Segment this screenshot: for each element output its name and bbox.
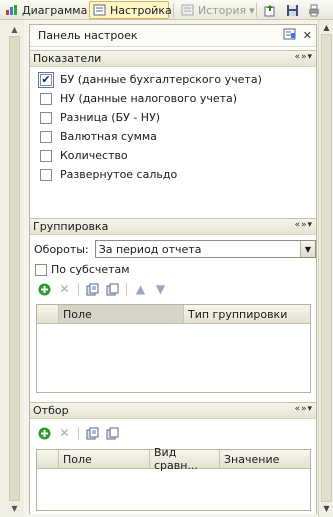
floppy-icon — [286, 4, 300, 16]
export-button[interactable] — [260, 1, 280, 19]
indicators-title: Показатели — [33, 52, 102, 65]
column-value[interactable]: Значение — [220, 450, 310, 468]
diagram-label: Диаграмма — [22, 3, 88, 17]
panel-settings-icon[interactable] — [283, 28, 297, 43]
indicators-section: Показатели «»▾ ✔ БУ (данные бухгалтерско… — [30, 50, 316, 217]
filter-section: Отбор «»▾ ✕ Поле Вид сравн... Значение — [30, 402, 316, 514]
diagram-icon — [5, 4, 19, 16]
toolbar-separator — [126, 282, 127, 296]
filter-table[interactable]: Поле Вид сравн... Значение — [36, 446, 311, 511]
toolbar-separator — [78, 426, 79, 440]
history-label: История — [198, 3, 247, 17]
toolbar-separator — [173, 3, 174, 17]
main-toolbar: Диаграмма Настройка История ▾ — [0, 0, 333, 20]
turnover-row: Обороты: За период отчета ▼ — [30, 238, 316, 260]
column-field[interactable]: Поле — [59, 305, 184, 323]
history-icon — [181, 4, 195, 16]
settings-icon — [93, 4, 107, 16]
grouping-table-header: Поле Тип группировки — [37, 305, 310, 324]
scroll-down-icon[interactable]: ▼ — [319, 504, 333, 513]
group-fields-icon[interactable] — [86, 427, 99, 440]
turnover-select[interactable]: За период отчета ▼ — [94, 240, 316, 258]
copy-icon[interactable] — [106, 283, 119, 296]
turnover-value: За период отчета — [98, 242, 202, 256]
indicator-label: НУ (данные налогового учета) — [60, 92, 238, 105]
turnover-label: Обороты: — [34, 242, 89, 256]
delete-icon[interactable]: ✕ — [58, 426, 71, 440]
scroll-up-icon[interactable]: ▲ — [319, 23, 333, 32]
save-button[interactable] — [283, 1, 303, 19]
gutter-down-icon[interactable]: ▼ — [9, 504, 20, 513]
toolbar-separator — [256, 3, 257, 17]
checkbox[interactable] — [40, 130, 52, 143]
move-up-icon[interactable]: ▲ — [134, 282, 147, 296]
close-icon[interactable]: ✕ — [303, 29, 312, 42]
filter-header: Отбор «»▾ — [30, 402, 316, 419]
indicator-item[interactable]: НУ (данные налогового учета) — [30, 89, 316, 108]
grouping-table[interactable]: Поле Тип группировки — [36, 304, 311, 393]
column-group-type[interactable]: Тип группировки — [184, 305, 310, 323]
indicator-item[interactable]: Количество — [30, 146, 316, 165]
subaccounts-label: По субсчетам — [51, 263, 130, 276]
grouping-title: Группировка — [33, 220, 109, 233]
settings-panel: Панель настроек ✕ Показатели «»▾ ✔ БУ (д… — [29, 24, 317, 514]
checkbox-checked[interactable]: ✔ — [38, 71, 54, 88]
indicator-item[interactable]: ✔ БУ (данные бухгалтерского учета) — [30, 70, 316, 89]
grouping-header: Группировка «»▾ — [30, 218, 316, 235]
gutter-up-icon[interactable]: ▲ — [9, 25, 20, 34]
history-dropdown-icon: ▾ — [249, 3, 255, 17]
scroll-track[interactable] — [321, 34, 332, 502]
panel-title: Панель настроек — [38, 29, 138, 42]
subaccounts-checkbox[interactable] — [35, 263, 47, 276]
section-nav-icon[interactable]: «»▾ — [294, 52, 313, 62]
indicator-item[interactable]: Валютная сумма — [30, 127, 316, 146]
group-fields-icon[interactable] — [86, 283, 99, 296]
row-marker-column — [37, 305, 59, 323]
row-marker-column — [37, 450, 59, 468]
export-icon — [263, 4, 277, 17]
filter-table-header: Поле Вид сравн... Значение — [37, 446, 310, 472]
indicator-label: Количество — [60, 149, 128, 162]
print-icon — [307, 4, 321, 17]
section-nav-icon[interactable]: «»▾ — [294, 220, 313, 230]
copy-icon[interactable] — [106, 427, 119, 440]
indicator-label: Развернутое сальдо — [60, 168, 178, 181]
left-gutter: ▲ ▼ — [0, 20, 24, 517]
add-icon[interactable] — [38, 283, 51, 296]
delete-icon[interactable]: ✕ — [58, 282, 71, 296]
panel-header: Панель настроек ✕ — [30, 25, 316, 47]
checkbox[interactable] — [40, 92, 52, 105]
grouping-toolbar: ✕ ▲ ▼ — [30, 279, 316, 299]
add-icon[interactable] — [38, 427, 51, 440]
section-nav-icon[interactable]: «»▾ — [294, 404, 313, 414]
filter-title: Отбор — [33, 404, 69, 417]
history-button[interactable]: История ▾ — [178, 1, 258, 19]
chevron-down-icon[interactable]: ▼ — [300, 241, 315, 257]
checkbox[interactable] — [40, 168, 52, 181]
gutter-track[interactable] — [9, 36, 20, 501]
indicator-label: БУ (данные бухгалтерского учета) — [60, 73, 262, 86]
column-field[interactable]: Поле — [59, 450, 150, 468]
diagram-button[interactable]: Диаграмма — [2, 1, 90, 19]
filter-toolbar: ✕ — [30, 423, 316, 443]
more-button[interactable] — [304, 1, 324, 19]
indicator-item[interactable]: Развернутое сальдо — [30, 165, 316, 184]
vertical-scrollbar[interactable]: ▲ ▼ — [318, 20, 333, 517]
checkbox[interactable] — [40, 111, 52, 124]
subaccounts-row[interactable]: По субсчетам — [30, 260, 316, 279]
settings-label: Настройка — [110, 3, 172, 17]
settings-button[interactable]: Настройка — [89, 1, 172, 19]
indicator-item[interactable]: Разница (БУ - НУ) — [30, 108, 316, 127]
toolbar-separator — [78, 282, 79, 296]
indicator-label: Валютная сумма — [60, 130, 157, 143]
indicators-header: Показатели «»▾ — [30, 50, 316, 67]
checkbox[interactable] — [40, 149, 52, 162]
grouping-section: Группировка «»▾ Обороты: За период отчет… — [30, 218, 316, 424]
move-down-icon[interactable]: ▼ — [154, 282, 167, 296]
column-comparison[interactable]: Вид сравн... — [150, 446, 220, 472]
indicator-label: Разница (БУ - НУ) — [60, 111, 161, 124]
